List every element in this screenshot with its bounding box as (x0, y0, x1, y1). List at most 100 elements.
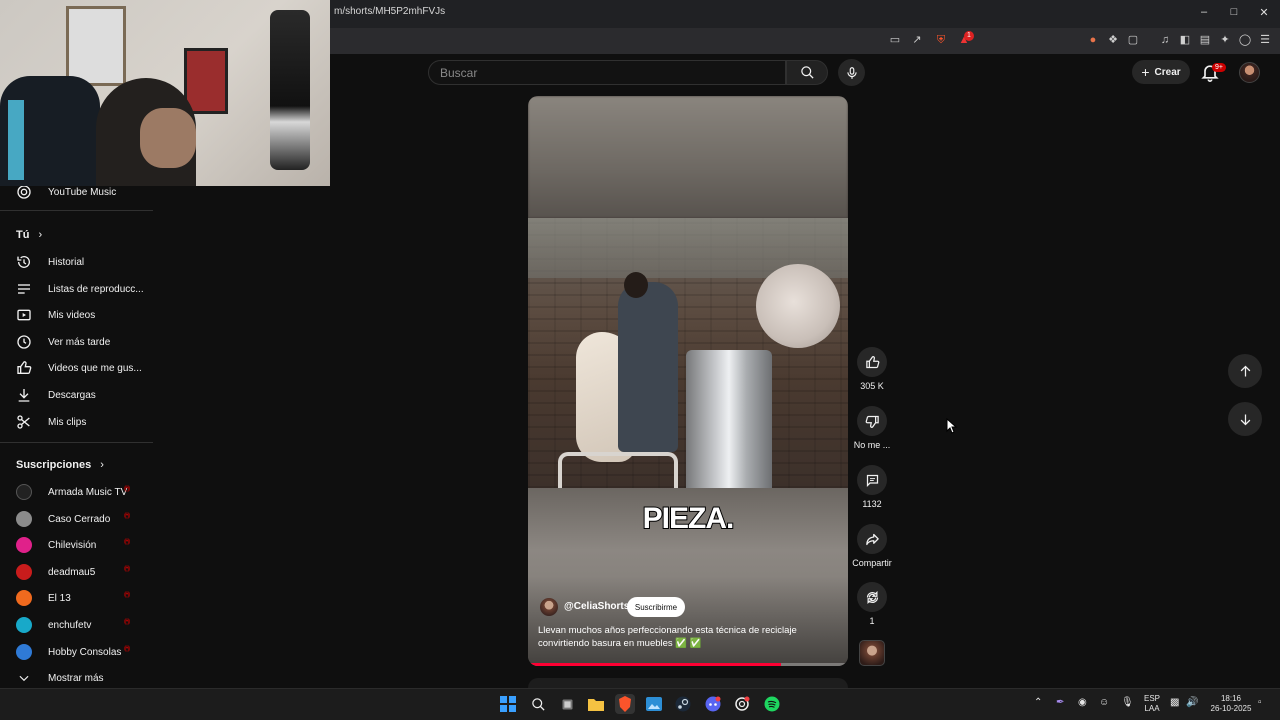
subscription-item[interactable]: Hobby Consolas (0, 639, 153, 665)
video-tank-lid (756, 264, 840, 348)
steam-icon[interactable] (673, 694, 693, 714)
discord-tray-icon[interactable]: ☺ (1099, 698, 1109, 708)
channel-avatar (16, 564, 32, 580)
sidebar-item-downloads[interactable]: Descargas (0, 382, 153, 408)
sidebar-item-label: Descargas (48, 389, 96, 401)
live-indicator-icon (124, 486, 136, 495)
sidebar-item-label: Mis clips (48, 416, 87, 428)
steam-tray-icon[interactable]: ◉ (1078, 698, 1087, 708)
music-icon[interactable]: ♫ (1158, 33, 1172, 47)
search-taskbar-icon[interactable] (528, 694, 548, 714)
video-shade (528, 576, 848, 666)
search-input[interactable] (429, 61, 785, 84)
subscription-item[interactable]: El 13 (0, 585, 153, 611)
you-section-header[interactable]: Tú › (16, 229, 42, 241)
tray-overflow-icon[interactable]: ⌃ (1034, 698, 1042, 708)
menu-icon[interactable]: ☰ (1258, 33, 1272, 47)
photos-app-icon[interactable] (644, 694, 664, 714)
clock[interactable]: 18:16 26-10-2025 (1208, 694, 1254, 714)
subscription-item[interactable]: deadmau5 (0, 559, 153, 585)
sidebar-item-playlists[interactable]: Listas de reproducc... (0, 276, 153, 302)
share-label: Compartir (852, 558, 892, 568)
pen-tray-icon[interactable]: ✒ (1056, 698, 1064, 708)
sidebar-toggle-icon[interactable]: ◧ (1178, 33, 1192, 47)
sidebar-item-your-videos[interactable]: Mis videos (0, 302, 153, 328)
remix-count: 1 (869, 616, 875, 626)
address-bar[interactable]: m/shorts/MH5P2mhFVJs (334, 6, 445, 17)
channel-name[interactable]: @CeliaShorts (564, 601, 629, 612)
maximize-icon[interactable]: □ (1224, 6, 1244, 18)
subscription-item[interactable]: Caso Cerrado (0, 506, 153, 532)
thumbs-down-icon (865, 415, 879, 428)
search-button[interactable] (786, 60, 828, 85)
extension-flame-icon[interactable]: ● (1086, 33, 1100, 47)
previous-short-button[interactable] (1228, 354, 1262, 388)
subscription-item[interactable]: Chilevisión (0, 532, 153, 558)
sidebar-item-label: Videos que me gus... (48, 362, 142, 374)
extensions-icon[interactable]: ❖ (1106, 33, 1120, 47)
sidebar-item-label: Ver más tarde (48, 336, 111, 348)
create-button[interactable]: + Crear (1132, 60, 1190, 84)
dislike-button[interactable] (857, 406, 887, 436)
microphone-tray-icon[interactable]: 🎙 (1121, 698, 1134, 708)
file-explorer-icon[interactable] (586, 694, 606, 714)
sidebar-item-label: Listas de reproducc... (48, 283, 144, 295)
progress-bar[interactable] (528, 663, 848, 666)
you-section-label: Tú (16, 229, 30, 241)
discord-icon[interactable] (703, 694, 723, 714)
scissors-icon (15, 413, 33, 431)
brave-browser-icon[interactable] (615, 694, 635, 714)
task-view-icon[interactable] (557, 694, 577, 714)
live-indicator-icon (124, 513, 136, 522)
subscriptions-section-header[interactable]: Suscripciones › (16, 459, 104, 471)
spotify-icon[interactable] (762, 694, 782, 714)
chevron-right-icon: › (38, 229, 43, 241)
next-short-button[interactable] (1228, 402, 1262, 436)
brave-shield-icon[interactable]: ⛨ (934, 33, 948, 47)
channel-avatar[interactable] (540, 598, 558, 616)
playlist-icon (15, 280, 33, 298)
remix-button[interactable] (857, 582, 887, 612)
dislike-action[interactable]: No me ... (848, 406, 896, 450)
channel-avatar (16, 644, 32, 660)
vpn-icon[interactable]: ◯ (1238, 33, 1252, 47)
live-indicator-icon (124, 619, 136, 628)
clock-date: 26-10-2025 (1210, 704, 1252, 713)
chatgpt-icon[interactable] (732, 694, 752, 714)
close-icon[interactable]: ✕ (1254, 6, 1274, 19)
tab-icon[interactable]: ▢ (1126, 33, 1140, 47)
subscribe-button[interactable]: Suscribirme (627, 597, 685, 617)
input-language[interactable]: ESP LAA (1142, 694, 1162, 714)
sidebar-item-watch-later[interactable]: Ver más tarde (0, 329, 153, 355)
share-button[interactable] (857, 524, 887, 554)
share-page-icon[interactable]: ↗ (910, 33, 924, 47)
video-description[interactable]: Llevan muchos años perfeccionando esta t… (538, 624, 818, 650)
like-button[interactable] (857, 347, 887, 377)
channel-avatar (16, 617, 32, 633)
subscription-item[interactable]: Armada Music TV (0, 479, 153, 505)
network-icon[interactable]: ▩ (1170, 698, 1179, 708)
subscription-label: deadmau5 (48, 566, 96, 578)
sidebar-item-label: Historial (48, 256, 85, 268)
sidebar-item-liked-videos[interactable]: Videos que me gus... (0, 355, 153, 381)
channel-avatar (16, 537, 32, 553)
minimize-icon[interactable]: – (1194, 6, 1214, 18)
subscription-item[interactable]: enchufetv (0, 612, 153, 638)
leo-ai-icon[interactable]: ✦ (1218, 33, 1232, 47)
notification-center-icon[interactable]: ▫ (1258, 698, 1262, 708)
cast-icon[interactable]: ▭ (888, 33, 902, 47)
wallet-icon[interactable]: ▤ (1198, 33, 1212, 47)
voice-search-button[interactable] (838, 59, 865, 86)
sidebar-item-clips[interactable]: Mis clips (0, 409, 153, 435)
share-action[interactable]: Compartir (848, 524, 896, 568)
sound-thumbnail[interactable] (859, 640, 885, 666)
account-avatar[interactable] (1239, 62, 1260, 83)
sidebar-item-history[interactable]: Historial (0, 249, 153, 275)
remix-action[interactable]: 1 (848, 582, 896, 626)
comments-button[interactable] (857, 465, 887, 495)
volume-icon[interactable]: 🔊 (1186, 698, 1198, 708)
windows-start-icon[interactable] (498, 694, 518, 714)
comments-action[interactable]: 1132 (848, 465, 896, 509)
short-video-player[interactable]: PIEZA. @CeliaShorts Suscribirme Llevan m… (528, 96, 848, 666)
like-action[interactable]: 305 K (848, 347, 896, 391)
